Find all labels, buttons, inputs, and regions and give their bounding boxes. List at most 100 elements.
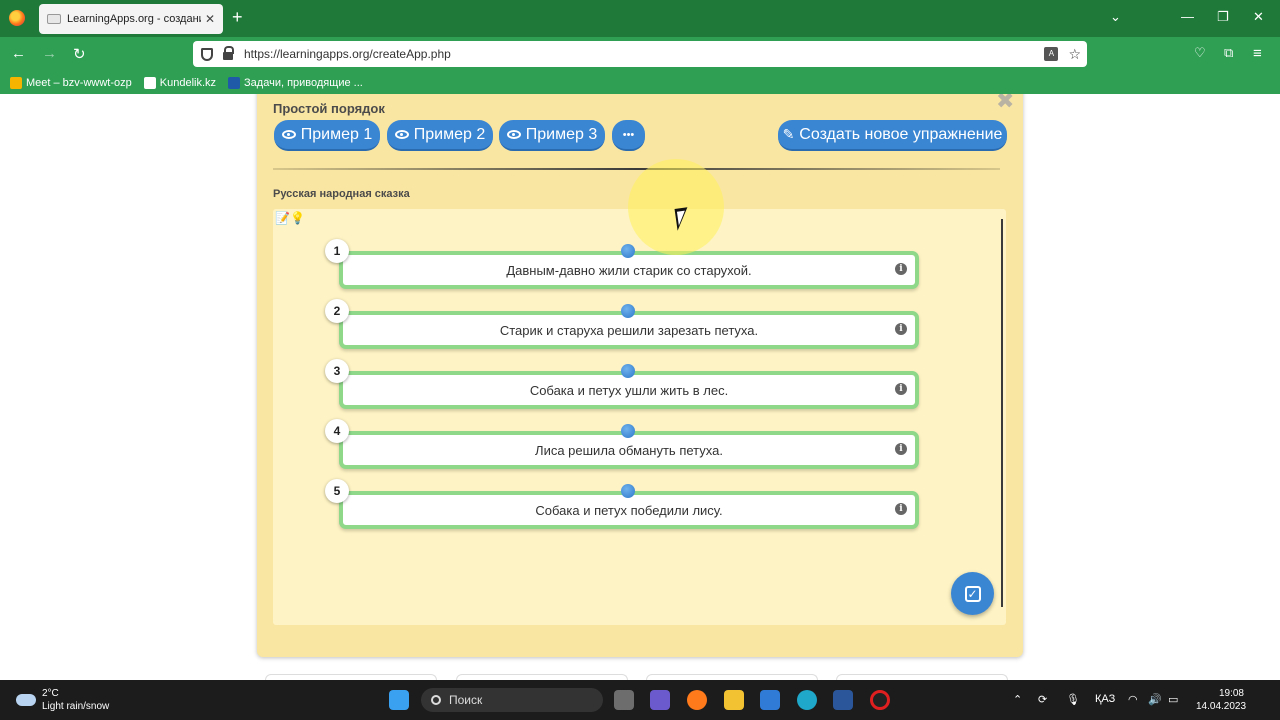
system-clock[interactable]: 19:08 14.04.2023: [1196, 687, 1247, 713]
divider: [273, 168, 1000, 170]
task-view-icon[interactable]: [614, 690, 634, 710]
order-number-badge: 1: [325, 239, 349, 263]
weather-icon: [16, 694, 36, 706]
translate-icon[interactable]: A: [1044, 47, 1059, 61]
tab-list-icon[interactable]: ⌄: [1110, 9, 1121, 25]
close-icon[interactable]: ✖: [996, 94, 1014, 114]
bookmark-site-icon: [228, 77, 241, 89]
menu-icon[interactable]: ≡: [1253, 45, 1262, 62]
bookmark-label: Задачи, приводящие ...: [244, 77, 363, 89]
button-label: Создать новое упражнение: [799, 125, 1003, 143]
info-icon[interactable]: i: [895, 443, 907, 455]
extensions-icon[interactable]: ⧉: [1224, 45, 1233, 61]
order-item[interactable]: Собака и петух победили лису. i 5: [325, 479, 919, 529]
tab-title: LearningApps.org - создание м: [67, 13, 201, 25]
teams-chat-icon[interactable]: [650, 690, 670, 710]
bookmark-star-icon[interactable]: ☆: [1068, 46, 1081, 63]
more-options-button[interactable]: •••: [612, 120, 645, 151]
pocket-icon[interactable]: ♡: [1194, 45, 1206, 61]
record-icon[interactable]: [870, 690, 890, 710]
lock-icon[interactable]: [223, 46, 234, 60]
battery-icon[interactable]: ▭: [1168, 693, 1178, 706]
info-icon[interactable]: i: [895, 503, 907, 515]
show-hidden-icons-icon[interactable]: ⌃: [1013, 693, 1022, 706]
weather-condition: Light rain/snow: [42, 701, 110, 712]
taskbar-search[interactable]: Поиск: [421, 688, 603, 712]
firefox-taskbar-icon[interactable]: [687, 690, 707, 710]
order-item[interactable]: Давным-давно жили старик со старухой. i …: [325, 239, 919, 289]
drag-handle[interactable]: [621, 484, 635, 498]
reload-icon[interactable]: ↻: [73, 45, 86, 63]
order-item[interactable]: Собака и петух ушли жить в лес. i 3: [325, 359, 919, 409]
forward-icon[interactable]: →: [42, 45, 57, 62]
bookmark-tasks[interactable]: Задачи, приводящие ...: [228, 77, 363, 89]
drag-handle[interactable]: [621, 424, 635, 438]
create-new-exercise-button[interactable]: ✎ Создать новое упражнение: [778, 120, 1007, 151]
microphone-icon[interactable]: 🎙: [1066, 693, 1080, 706]
bookmark-label: Kundelik.kz: [159, 77, 217, 89]
example-1-button[interactable]: Пример 1: [274, 120, 380, 151]
volume-icon[interactable]: 🔊: [1148, 693, 1162, 706]
new-tab-icon[interactable]: +: [232, 8, 243, 26]
info-icon[interactable]: i: [895, 383, 907, 395]
eye-icon: [506, 130, 521, 139]
order-item-text: Старик и старуха решили зарезать петуха.: [499, 323, 759, 338]
browser-tab[interactable]: LearningApps.org - создание м ✕: [39, 4, 223, 34]
word-icon[interactable]: [833, 690, 853, 710]
kundelik-icon: [143, 77, 156, 89]
tab-favicon-icon: [47, 14, 61, 24]
order-number-badge: 4: [325, 419, 349, 443]
windows-start-icon[interactable]: [389, 690, 409, 710]
minimize-icon[interactable]: —: [1181, 9, 1194, 24]
firefox-icon[interactable]: [9, 10, 25, 26]
exercise-title: Русская народная сказка: [273, 188, 410, 200]
drag-handle[interactable]: [621, 364, 635, 378]
meet-icon: [10, 77, 22, 89]
ellipsis-icon: •••: [622, 128, 635, 141]
language-indicator[interactable]: ҚАЗ: [1095, 693, 1115, 705]
file-explorer-icon[interactable]: [724, 690, 744, 710]
browser-tab-bar: LearningApps.org - создание м ✕ + ⌄ — ❐ …: [0, 0, 1280, 37]
edge-icon[interactable]: [797, 690, 817, 710]
navigation-toolbar: ← → ↻ https://learningapps.org/createApp…: [0, 37, 1280, 72]
order-item-text: Собака и петух ушли жить в лес.: [529, 383, 729, 398]
info-icon[interactable]: i: [895, 323, 907, 335]
order-item-text: Давным-давно жили старик со старухой.: [506, 263, 752, 278]
help-icon[interactable]: 📝: [275, 211, 290, 225]
sync-icon[interactable]: ⟳: [1038, 693, 1047, 706]
hint-bulb-icon[interactable]: 💡: [290, 211, 305, 225]
button-label: Пример 2: [413, 125, 486, 143]
url-text[interactable]: https://learningapps.org/createApp.php: [244, 47, 1044, 61]
microsoft-store-icon[interactable]: [760, 690, 780, 710]
drag-handle[interactable]: [621, 304, 635, 318]
drag-handle[interactable]: [621, 244, 635, 258]
bookmark-meet[interactable]: Meet – bzv-wwwt-ozp: [10, 77, 132, 89]
close-window-icon[interactable]: ✕: [1253, 9, 1264, 25]
address-bar[interactable]: https://learningapps.org/createApp.php A…: [193, 41, 1087, 67]
order-item[interactable]: Лиса решила обмануть петуха. i 4: [325, 419, 919, 469]
windows-taskbar: 2°C Light rain/snow Поиск ⌃ ⟳ 🎙 ҚАЗ ◠ 🔊 …: [0, 680, 1280, 720]
panel-title: Простой порядок: [273, 101, 385, 116]
restore-icon[interactable]: ❐: [1217, 9, 1229, 25]
order-number-badge: 2: [325, 299, 349, 323]
search-icon: [431, 695, 441, 705]
exercise-tools: 📝💡: [275, 211, 305, 225]
pencil-icon: ✎: [782, 126, 795, 142]
tracking-shield-icon[interactable]: [201, 47, 213, 61]
scrollbar[interactable]: [1001, 219, 1003, 607]
order-item[interactable]: Старик и старуха решили зарезать петуха.…: [325, 299, 919, 349]
wifi-icon[interactable]: ◠: [1128, 693, 1138, 706]
order-number-badge: 5: [325, 479, 349, 503]
example-3-button[interactable]: Пример 3: [499, 120, 605, 151]
weather-widget[interactable]: 2°C Light rain/snow: [16, 687, 109, 713]
example-2-button[interactable]: Пример 2: [387, 120, 493, 151]
order-item-text: Собака и петух победили лису.: [535, 503, 723, 518]
bookmark-kundelik[interactable]: Kundelik.kz: [143, 77, 217, 89]
tab-close-icon[interactable]: ✕: [205, 12, 215, 26]
info-icon[interactable]: i: [895, 263, 907, 275]
check-solution-button[interactable]: ✓: [951, 572, 994, 615]
eye-icon: [394, 130, 409, 139]
bookmarks-bar: Meet – bzv-wwwt-ozp Kundelik.kz Задачи, …: [0, 72, 1280, 94]
back-icon[interactable]: ←: [11, 45, 26, 62]
clock-date: 14.04.2023: [1196, 701, 1247, 712]
